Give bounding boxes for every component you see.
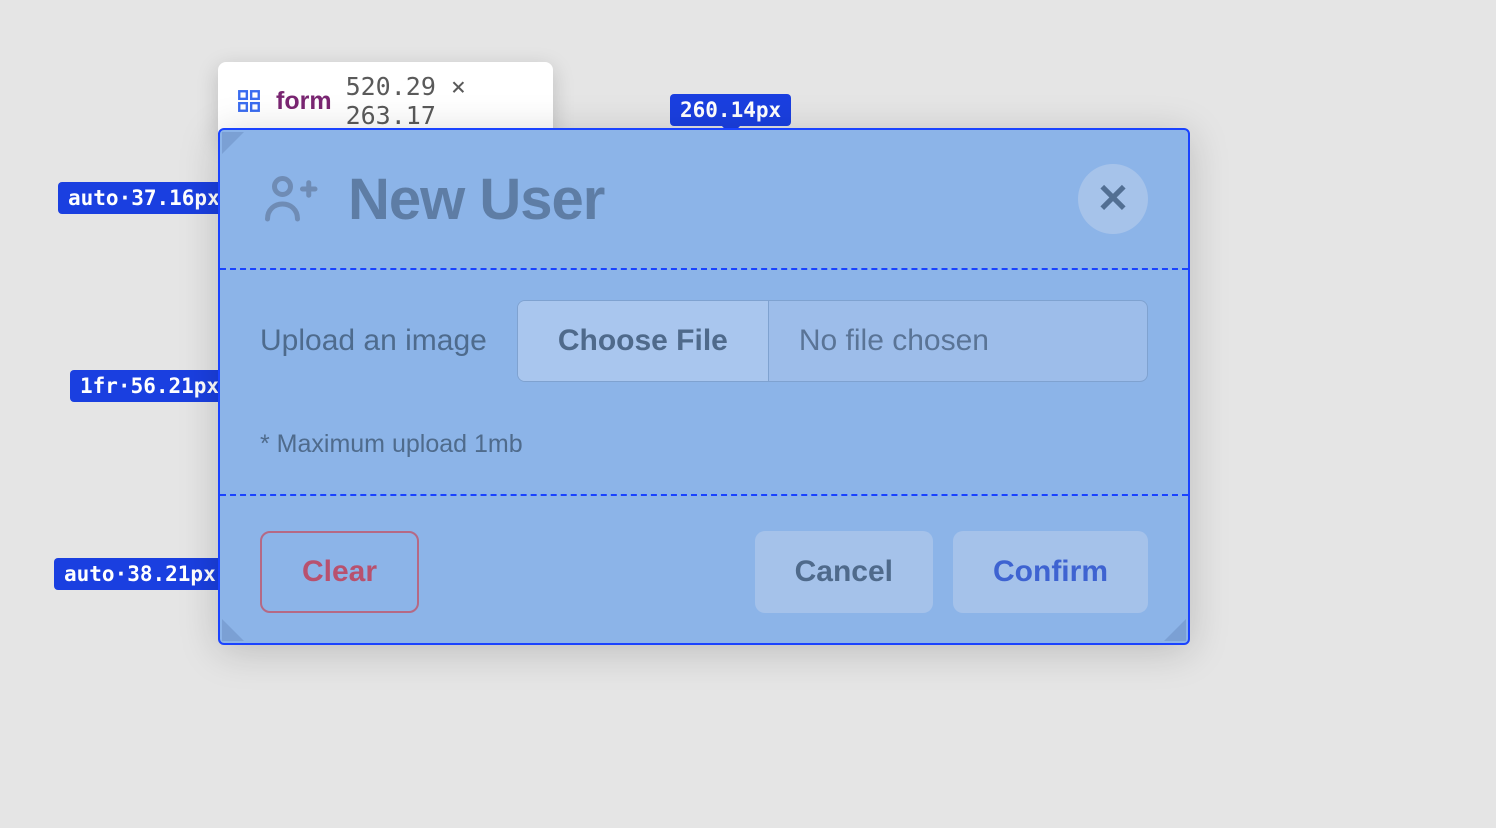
file-input[interactable]: Choose File No file chosen xyxy=(517,300,1148,382)
clear-button[interactable]: Clear xyxy=(260,531,419,613)
tooltip-dimensions: 520.29 × 263.17 xyxy=(346,72,535,130)
choose-file-button[interactable]: Choose File xyxy=(518,301,769,381)
grid-column-size: 260.14px xyxy=(670,94,791,126)
close-icon: ✕ xyxy=(1096,176,1130,222)
grid-icon xyxy=(236,88,262,114)
grid-row1-size: auto·37.16px xyxy=(58,182,230,214)
grid-row2-size: 1fr·56.21px xyxy=(70,370,229,402)
file-status-text: No file chosen xyxy=(769,324,1147,358)
close-button[interactable]: ✕ xyxy=(1078,164,1148,234)
upload-section: Upload an image Choose File No file chos… xyxy=(220,268,1188,494)
upload-label: Upload an image xyxy=(260,324,487,358)
confirm-button[interactable]: Confirm xyxy=(953,531,1148,613)
add-user-icon xyxy=(260,169,320,229)
form-header: New User ✕ xyxy=(220,130,1188,268)
cancel-button[interactable]: Cancel xyxy=(755,531,933,613)
tooltip-tagname: form xyxy=(276,87,332,116)
grid-row3-size: auto·38.21px xyxy=(54,558,226,590)
upload-hint: * Maximum upload 1mb xyxy=(260,430,1148,459)
form-actions: Clear Cancel Confirm xyxy=(220,494,1188,647)
new-user-form: New User ✕ Upload an image Choose File N… xyxy=(218,128,1190,645)
form-title: New User xyxy=(348,166,604,233)
